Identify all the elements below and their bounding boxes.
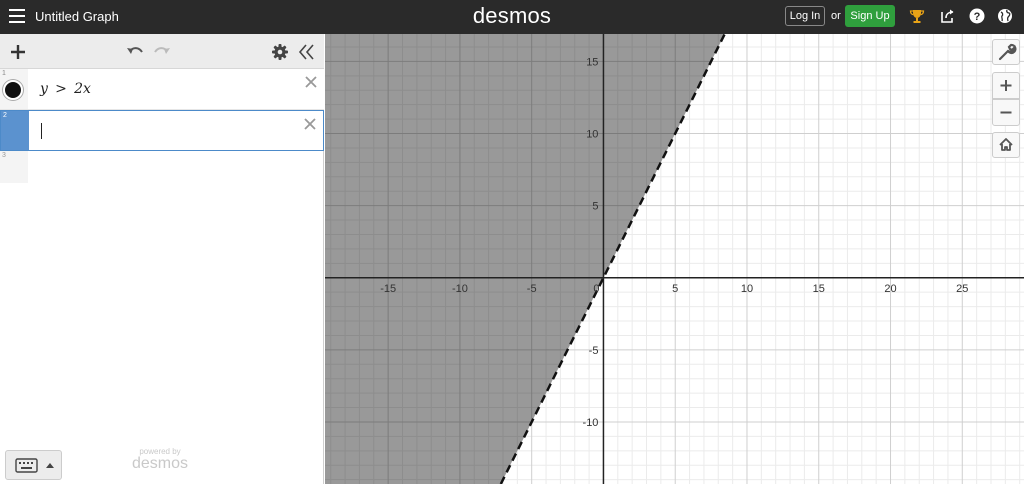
x-tick-label: 5: [672, 283, 678, 295]
powered-by-desmos[interactable]: powered by desmos: [120, 447, 200, 473]
delete-expression-icon[interactable]: [303, 117, 317, 131]
x-tick-label: 10: [741, 283, 753, 295]
x-tick-label: -10: [452, 283, 468, 295]
x-tick-label: 15: [813, 283, 825, 295]
y-tick-label: 15: [586, 56, 598, 68]
minus-icon: [1000, 111, 1012, 114]
expression-toolbar: [0, 34, 324, 69]
expression-number: 1: [2, 70, 6, 77]
login-button[interactable]: Log In: [785, 6, 825, 26]
inequality-shaded-region: [325, 34, 725, 484]
add-item-icon[interactable]: [8, 42, 28, 62]
zoom-out-button[interactable]: [992, 99, 1020, 126]
x-tick-label: 20: [884, 283, 896, 295]
x-tick-label: 25: [956, 283, 968, 295]
or-text: or: [831, 10, 841, 22]
y-tick-label: -10: [583, 417, 599, 429]
y-tick-label: 5: [592, 201, 598, 213]
x-tick-label: 0: [593, 283, 599, 295]
x-tick-label: -5: [527, 283, 537, 295]
expression-number: 3: [2, 152, 6, 159]
svg-text:?: ?: [974, 11, 981, 23]
zoom-in-button[interactable]: [992, 72, 1020, 99]
x-tick-label: -15: [380, 283, 396, 295]
expression-row-1[interactable]: 1 y > 2x: [0, 69, 324, 110]
plus-icon: [1000, 80, 1012, 91]
keyboard-icon: [15, 458, 54, 473]
home-icon: [999, 138, 1013, 151]
share-icon[interactable]: [940, 8, 956, 24]
expression-number: 2: [3, 112, 7, 119]
expression-row-2[interactable]: 2: [0, 110, 324, 151]
menu-icon[interactable]: [9, 9, 25, 23]
logo-text: desmos: [472, 3, 552, 28]
y-tick-label: 10: [586, 129, 598, 141]
graph-title[interactable]: Untitled Graph: [35, 9, 119, 24]
graph-settings-button[interactable]: [992, 39, 1020, 65]
text-cursor: [41, 123, 42, 139]
powered-by-brand: desmos: [131, 455, 189, 472]
undo-icon[interactable]: [125, 42, 145, 62]
redo-icon[interactable]: [152, 42, 172, 62]
default-viewport-button[interactable]: [992, 132, 1020, 158]
expression-row-3[interactable]: 3: [0, 151, 28, 183]
graph-plot[interactable]: -15 -10 -5 0 5 10 15 20 25 15 10 5 -5 -10: [325, 34, 1024, 484]
expression-panel: 1 y > 2x 2 3 powered by desmos: [0, 34, 324, 484]
delete-expression-icon[interactable]: [304, 75, 318, 89]
expression-gutter: 2: [1, 111, 29, 150]
signup-button[interactable]: Sign Up: [845, 5, 895, 27]
expression-math[interactable]: y > 2x: [40, 81, 91, 97]
collapse-panel-icon[interactable]: [297, 42, 317, 62]
trophy-icon[interactable]: [909, 8, 925, 24]
globe-icon[interactable]: [997, 8, 1013, 24]
y-tick-label: -5: [589, 345, 599, 357]
expression-gutter: 1: [0, 69, 28, 109]
graph-canvas[interactable]: -15 -10 -5 0 5 10 15 20 25 15 10 5 -5 -10: [325, 34, 1024, 484]
help-icon[interactable]: ?: [969, 8, 985, 24]
keypad-toggle-button[interactable]: [5, 450, 62, 480]
wrench-icon: [998, 43, 1017, 61]
top-bar: Untitled Graph desmos Log In or Sign Up …: [0, 0, 1024, 34]
color-toggle-icon[interactable]: [3, 80, 23, 100]
settings-gear-icon[interactable]: [270, 42, 290, 62]
